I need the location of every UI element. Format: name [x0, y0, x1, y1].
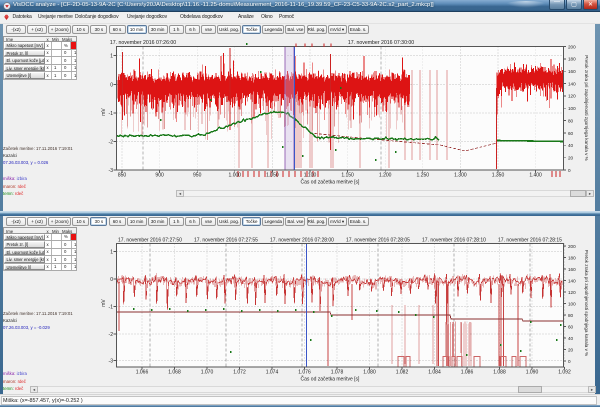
- svg-text:20: 20: [568, 156, 574, 161]
- svg-text:0: 0: [568, 359, 571, 364]
- svg-text:1.100: 1.100: [304, 173, 317, 179]
- svg-text:200: 200: [568, 44, 576, 49]
- svg-text:1: 1: [110, 249, 113, 255]
- svg-text:60: 60: [568, 131, 574, 136]
- svg-text:1.250: 1.250: [417, 173, 430, 179]
- svg-text:17. november 2016 07:28:10: 17. november 2016 07:28:10: [422, 238, 486, 244]
- svg-text:17. november 2016 07:27:55: 17. november 2016 07:27:55: [194, 238, 258, 244]
- svg-text:120: 120: [568, 94, 576, 99]
- svg-text:1.088: 1.088: [493, 370, 506, 376]
- svg-text:1.150: 1.150: [341, 173, 354, 179]
- svg-text:17. november 2016 07:28:00: 17. november 2016 07:28:00: [270, 238, 334, 244]
- svg-text:1.200: 1.200: [379, 173, 392, 179]
- svg-text:180: 180: [568, 255, 576, 260]
- svg-text:160: 160: [568, 69, 576, 74]
- svg-text:140: 140: [568, 278, 576, 283]
- svg-text:60: 60: [568, 324, 574, 329]
- svg-text:850: 850: [118, 173, 127, 179]
- svg-text:100: 100: [568, 301, 576, 306]
- svg-text:20: 20: [568, 347, 574, 352]
- svg-text:1.350: 1.350: [492, 173, 505, 179]
- svg-text:180: 180: [568, 57, 576, 62]
- svg-text:1.000: 1.000: [229, 173, 242, 179]
- svg-text:950: 950: [193, 173, 202, 179]
- svg-text:Pretok zraka pri zapolnjenosti: Pretok zraka pri zapolnjenosti spodnjega…: [584, 250, 589, 356]
- svg-text:140: 140: [568, 81, 576, 86]
- svg-text:0: 0: [568, 168, 571, 173]
- svg-text:1.080: 1.080: [363, 370, 376, 376]
- svg-text:120: 120: [568, 290, 576, 295]
- svg-text:1.090: 1.090: [526, 370, 539, 376]
- svg-text:-2: -2: [109, 139, 114, 145]
- svg-text:Čas od začetka meritve [s]: Čas od začetka meritve [s]: [301, 179, 361, 186]
- svg-text:17. november 2016 07:30:00: 17. november 2016 07:30:00: [348, 40, 414, 46]
- svg-text:1.072: 1.072: [233, 370, 246, 376]
- svg-text:mV: mV: [101, 108, 107, 116]
- svg-text:1.082: 1.082: [396, 370, 409, 376]
- svg-text:1.076: 1.076: [298, 370, 311, 376]
- svg-text:17. november 2016 07:28:05: 17. november 2016 07:28:05: [346, 238, 410, 244]
- svg-text:1.070: 1.070: [201, 370, 214, 376]
- svg-text:-3: -3: [109, 358, 114, 364]
- svg-text:1.300: 1.300: [454, 173, 467, 179]
- svg-text:1.092: 1.092: [558, 370, 571, 376]
- svg-text:1.050: 1.050: [266, 173, 279, 179]
- svg-text:200: 200: [568, 244, 576, 249]
- svg-text:17. november 2016 07:26:00: 17. november 2016 07:26:00: [110, 40, 176, 46]
- svg-text:1.086: 1.086: [461, 370, 474, 376]
- svg-text:1.068: 1.068: [168, 370, 181, 376]
- svg-text:Čas od začetka meritve [s]: Čas od začetka meritve [s]: [301, 376, 361, 383]
- svg-text:40: 40: [568, 336, 574, 341]
- svg-text:17. november 2016 07:27:50: 17. november 2016 07:27:50: [118, 238, 182, 244]
- svg-text:1.078: 1.078: [331, 370, 344, 376]
- svg-text:1.066: 1.066: [136, 370, 149, 376]
- svg-text:-3: -3: [109, 168, 114, 174]
- svg-text:-1: -1: [109, 304, 114, 310]
- svg-text:900: 900: [155, 173, 164, 179]
- svg-text:40: 40: [568, 143, 574, 148]
- svg-text:1.084: 1.084: [428, 370, 441, 376]
- svg-text:1.400: 1.400: [529, 173, 542, 179]
- svg-text:-1: -1: [109, 111, 114, 117]
- svg-text:0: 0: [110, 277, 113, 283]
- svg-text:160: 160: [568, 267, 576, 272]
- svg-text:100: 100: [568, 106, 576, 111]
- svg-text:0: 0: [110, 82, 113, 88]
- svg-text:1.074: 1.074: [266, 370, 279, 376]
- svg-text:-2: -2: [109, 332, 114, 338]
- svg-text:80: 80: [568, 118, 574, 123]
- svg-text:80: 80: [568, 313, 574, 318]
- svg-text:Pretok zraka pri zapolnjenosti: Pretok zraka pri zapolnjenosti zgornjega…: [584, 55, 589, 160]
- svg-text:17. november 2016 07:28:15: 17. november 2016 07:28:15: [498, 238, 562, 244]
- svg-text:mV: mV: [101, 299, 107, 307]
- svg-text:1: 1: [110, 53, 113, 59]
